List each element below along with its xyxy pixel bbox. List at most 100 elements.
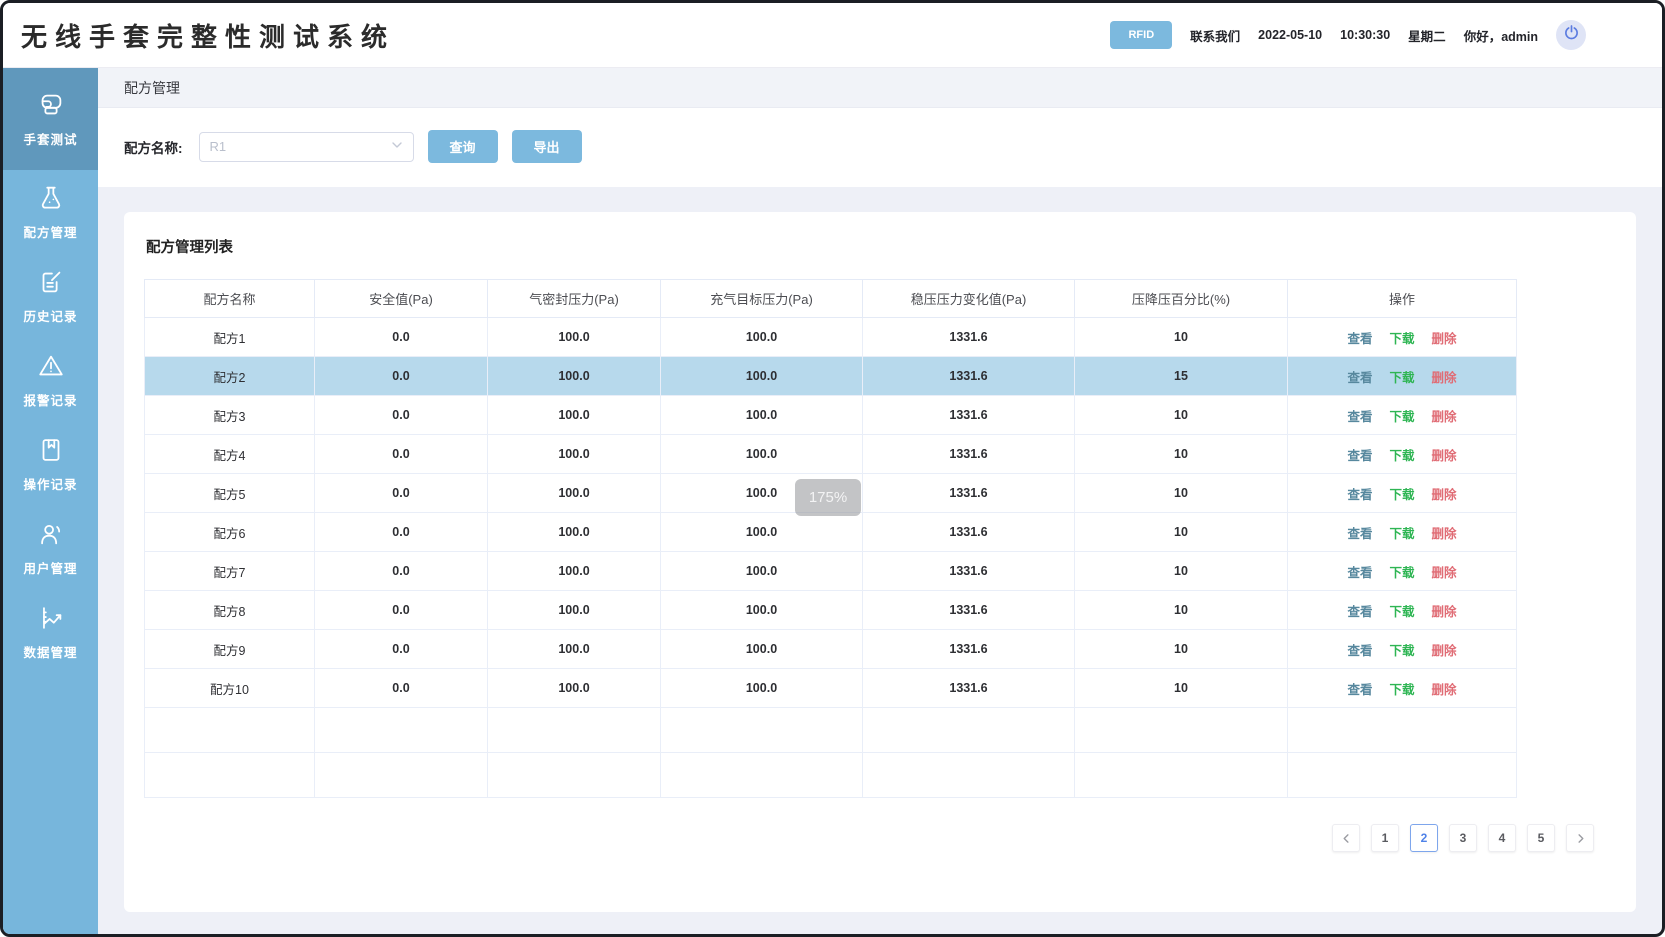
download-link[interactable]: 下载 [1389,406,1414,425]
table-row[interactable]: 配方100.0100.0100.01331.610查看下载删除 [145,669,1517,708]
table-cell: 10 [1075,669,1288,708]
view-link[interactable]: 查看 [1347,640,1372,659]
logout-power-button[interactable] [1556,20,1586,50]
pagination-next-icon[interactable] [1566,824,1594,852]
table-row[interactable]: 配方10.0100.0100.01331.610查看下载删除 [145,318,1517,357]
pagination-page-3[interactable]: 3 [1449,824,1477,852]
table-cell: 100.0 [661,552,863,591]
delete-link[interactable]: 删除 [1432,484,1457,503]
delete-link[interactable]: 删除 [1432,445,1457,464]
table-cell: 配方5 [145,474,315,513]
table-row[interactable]: 配方50.0100.0100.01331.610查看下载删除 [145,474,1517,513]
contact-link[interactable]: 联系我们 [1190,26,1240,45]
sidebar-item-7[interactable]: 数据管理 [3,590,98,674]
pagination-page-2[interactable]: 2 [1410,824,1438,852]
table-row[interactable]: 配方60.0100.0100.01331.610查看下载删除 [145,513,1517,552]
table-row[interactable]: 配方20.0100.0100.01331.615查看下载删除 [145,357,1517,396]
download-link[interactable]: 下载 [1389,523,1414,542]
table-cell: 10 [1075,318,1288,357]
table-cell: 10 [1075,552,1288,591]
table-cell: 0.0 [315,552,488,591]
current-time: 10:30:30 [1340,28,1390,42]
table-row[interactable]: 配方90.0100.0100.01331.610查看下载删除 [145,630,1517,669]
download-link[interactable]: 下载 [1389,562,1414,581]
table-cell: 0.0 [315,357,488,396]
pagination-prev-icon[interactable] [1332,824,1360,852]
delete-link[interactable]: 删除 [1432,328,1457,347]
view-link[interactable]: 查看 [1347,484,1372,503]
delete-link[interactable]: 删除 [1432,523,1457,542]
delete-link[interactable]: 删除 [1432,406,1457,425]
empty-table-row [145,753,1517,798]
view-link[interactable]: 查看 [1347,523,1372,542]
download-link[interactable]: 下载 [1389,679,1414,698]
table-cell: 配方3 [145,396,315,435]
table-cell: 1331.6 [863,669,1075,708]
operation-cell: 查看下载删除 [1288,474,1517,513]
query-button[interactable]: 查询 [428,130,498,163]
column-header: 配方名称 [145,280,315,318]
view-link[interactable]: 查看 [1347,406,1372,425]
operation-cell: 查看下载删除 [1288,552,1517,591]
delete-link[interactable]: 删除 [1432,640,1457,659]
table-cell: 100.0 [661,474,863,513]
table-cell: 0.0 [315,435,488,474]
pagination-page-1[interactable]: 1 [1371,824,1399,852]
recipe-name-select[interactable]: R1 [199,132,414,162]
table-cell: 0.0 [315,318,488,357]
table-row[interactable]: 配方40.0100.0100.01331.610查看下载删除 [145,435,1517,474]
table-cell [1288,753,1517,798]
table-cell: 10 [1075,630,1288,669]
glove-icon [36,90,66,120]
view-link[interactable]: 查看 [1347,445,1372,464]
delete-link[interactable]: 删除 [1432,562,1457,581]
table-cell: 100.0 [661,669,863,708]
pagination-page-4[interactable]: 4 [1488,824,1516,852]
table-cell [863,753,1075,798]
sidebar-item-label: 报警记录 [23,390,77,409]
view-link[interactable]: 查看 [1347,562,1372,581]
download-link[interactable]: 下载 [1389,367,1414,386]
rfid-button[interactable]: RFID [1110,21,1172,49]
sidebar-item-2[interactable]: 配方管理 [3,170,98,254]
sidebar-item-1[interactable]: 手套测试 [3,68,98,170]
table-cell: 配方7 [145,552,315,591]
table-row[interactable]: 配方70.0100.0100.01331.610查看下载删除 [145,552,1517,591]
download-link[interactable]: 下载 [1389,640,1414,659]
sidebar-item-5[interactable]: 操作记录 [3,422,98,506]
download-link[interactable]: 下载 [1389,484,1414,503]
view-link[interactable]: 查看 [1347,679,1372,698]
table-cell: 1331.6 [863,396,1075,435]
download-link[interactable]: 下载 [1389,328,1414,347]
table-cell [661,753,863,798]
app-header: 无线手套完整性测试系统 RFID 联系我们 2022-05-10 10:30:3… [3,3,1662,68]
table-cell: 100.0 [488,318,661,357]
table-cell: 100.0 [661,630,863,669]
pagination-page-5[interactable]: 5 [1527,824,1555,852]
table-cell: 100.0 [661,396,863,435]
table-cell: 100.0 [488,513,661,552]
table-cell: 1331.6 [863,474,1075,513]
sidebar-item-3[interactable]: 历史记录 [3,254,98,338]
table-row[interactable]: 配方30.0100.0100.01331.610查看下载删除 [145,396,1517,435]
view-link[interactable]: 查看 [1347,367,1372,386]
download-link[interactable]: 下载 [1389,445,1414,464]
sidebar-item-6[interactable]: 用户管理 [3,506,98,590]
view-link[interactable]: 查看 [1347,601,1372,620]
table-cell: 100.0 [661,591,863,630]
operation-cell: 查看下载删除 [1288,513,1517,552]
delete-link[interactable]: 删除 [1432,679,1457,698]
column-header: 气密封压力(Pa) [488,280,661,318]
delete-link[interactable]: 删除 [1432,367,1457,386]
table-cell: 1331.6 [863,513,1075,552]
operation-cell: 查看下载删除 [1288,669,1517,708]
sidebar-item-4[interactable]: 报警记录 [3,338,98,422]
column-header: 安全值(Pa) [315,280,488,318]
delete-link[interactable]: 删除 [1432,601,1457,620]
table-cell: 100.0 [488,357,661,396]
table-row[interactable]: 配方80.0100.0100.01331.610查看下载删除 [145,591,1517,630]
sidebar-item-label: 用户管理 [23,558,77,577]
export-button[interactable]: 导出 [512,130,582,163]
view-link[interactable]: 查看 [1347,328,1372,347]
download-link[interactable]: 下载 [1389,601,1414,620]
